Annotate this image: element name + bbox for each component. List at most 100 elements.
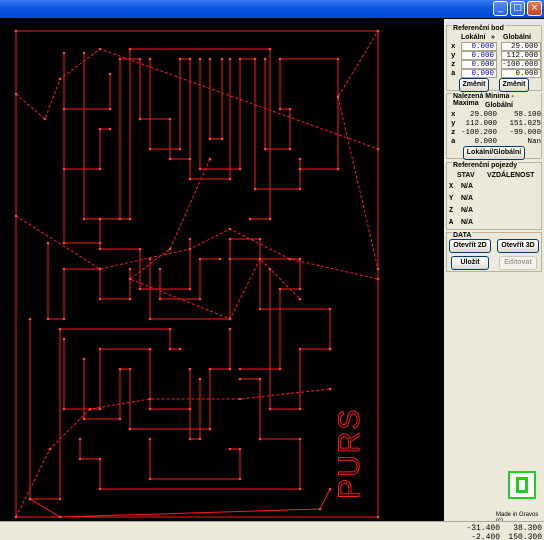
toolpath-node — [82, 217, 86, 221]
toolpath-node — [288, 107, 292, 111]
toolpath-node — [238, 477, 242, 481]
right-panel: Referenční bod Lokální » Globální x 0.00… — [444, 19, 544, 524]
toolpath-canvas[interactable]: PURS — [0, 19, 444, 521]
global-x-input[interactable]: 29.000 — [501, 42, 541, 51]
ref-row-a: a 0.000 0.000 — [449, 69, 541, 78]
toolpath-node — [28, 497, 32, 501]
toolpath-node — [198, 167, 202, 171]
toolpath-node — [98, 241, 102, 245]
toolpath-node — [58, 515, 62, 519]
toolpath-node — [158, 297, 162, 301]
local-x-input[interactable]: 0.000 — [461, 42, 497, 51]
toolpath-node — [268, 267, 272, 271]
maximize-button[interactable]: □ — [510, 1, 525, 16]
toolpath-node — [220, 57, 224, 61]
toolpath-node — [328, 487, 332, 491]
col-arrow-header: » — [491, 34, 495, 41]
toolpath-node — [278, 287, 282, 291]
toolpath-node — [258, 257, 262, 261]
toolpath-node — [198, 377, 202, 381]
ref-travel-title: Referenční pojezdy — [452, 162, 519, 169]
toolpath-node — [128, 267, 132, 271]
toolpath-node — [62, 407, 66, 411]
minmax-row-a: a 0.000 Nan — [449, 137, 541, 146]
status-x: -31.400 — [466, 524, 500, 533]
save-button[interactable]: Uložit — [451, 256, 489, 270]
toolpath-node — [98, 457, 102, 461]
toolpath-node — [82, 51, 86, 55]
edit-button: Editovat — [499, 256, 537, 270]
axis-label: a — [451, 70, 456, 78]
toolpath-node — [128, 427, 132, 431]
ref-row-x: x 0.000 29.000 — [449, 42, 541, 51]
toolpath-node — [278, 367, 282, 371]
ref-travel-row-x: X N/A — [449, 182, 539, 193]
toolpath-node — [328, 387, 332, 391]
local-a-input[interactable]: 0.000 — [461, 69, 497, 78]
toolpath-node — [62, 167, 66, 171]
path-segment — [149, 439, 241, 480]
ref-travel-group: Referenční pojezdy STAV VZDÁLENOST X N/A… — [446, 162, 542, 230]
global-y-input[interactable]: 112.000 — [501, 51, 541, 60]
axis-label: z — [451, 61, 456, 69]
local-global-toggle-button[interactable]: Lokální/Globální — [463, 146, 525, 160]
toolpath-node — [263, 147, 267, 151]
toolpath-node — [118, 367, 122, 371]
toolpath-node — [248, 217, 252, 221]
global-a-input[interactable]: 0.000 — [501, 69, 541, 78]
toolpath-node — [48, 447, 52, 451]
toolpath-node — [328, 347, 332, 351]
reference-point-group: Referenční bod Lokální » Globální x 0.00… — [446, 25, 542, 92]
change-local-button[interactable]: Změnit — [459, 78, 489, 92]
toolpath-node — [148, 407, 152, 411]
toolpath-node — [328, 307, 332, 311]
toolpath-node — [14, 92, 18, 96]
purs-text-path: PURS — [333, 407, 367, 499]
toolpath-node — [168, 247, 172, 251]
local-y-input[interactable]: 0.000 — [461, 51, 497, 60]
minmax-row-y: y 112.000 151.025 — [449, 119, 541, 128]
toolpath-node — [268, 47, 272, 51]
toolpath-node — [228, 327, 232, 331]
toolpath-node — [298, 297, 302, 301]
toolpath-node — [14, 214, 18, 218]
min-value: 112.000 — [465, 120, 497, 128]
toolpath-node — [58, 327, 62, 331]
toolpath-node — [128, 47, 132, 51]
minimize-button[interactable]: _ — [493, 1, 508, 16]
path-segment — [199, 58, 301, 190]
toolpath-drawing: PURS — [14, 29, 380, 519]
col-local-header: Lokální — [461, 34, 486, 41]
toolpath-node — [218, 257, 222, 261]
toolpath-node — [62, 241, 66, 245]
local-z-input[interactable]: 0.000 — [461, 60, 497, 69]
state-value: N/A — [461, 219, 474, 226]
min-value: 29.000 — [469, 111, 497, 119]
toolpath-node — [228, 447, 232, 451]
path-segment — [47, 243, 131, 320]
toolpath-node — [188, 57, 192, 61]
open-2d-button[interactable]: Otevřít 2D — [449, 239, 491, 253]
window-controls: _ □ × — [493, 1, 542, 16]
toolpath-node — [138, 247, 142, 251]
outer-boundary — [15, 30, 379, 518]
gravos-logo-icon — [508, 471, 536, 499]
min-value: -100.200 — [460, 129, 497, 137]
close-button[interactable]: × — [527, 1, 542, 16]
axis-label: Y — [449, 195, 454, 203]
toolpath-node — [258, 237, 262, 241]
change-global-button[interactable]: Změnit — [499, 78, 529, 92]
axis-label: z — [451, 129, 456, 137]
toolpath-node — [168, 347, 172, 351]
minmax-row-x: x 29.000 58.100 — [449, 110, 541, 119]
status-x2: -2.400 — [471, 533, 500, 540]
global-z-input[interactable]: -100.000 — [501, 60, 541, 69]
toolpath-node — [253, 57, 257, 61]
minmax-col-header: Globální — [485, 102, 513, 109]
toolpath-node — [228, 237, 232, 241]
toolpath-node — [238, 57, 242, 61]
path-segment — [64, 128, 110, 170]
axis-label: Z — [449, 207, 454, 215]
open-3d-button[interactable]: Otevřít 3D — [497, 239, 539, 253]
toolpath-node — [208, 367, 212, 371]
